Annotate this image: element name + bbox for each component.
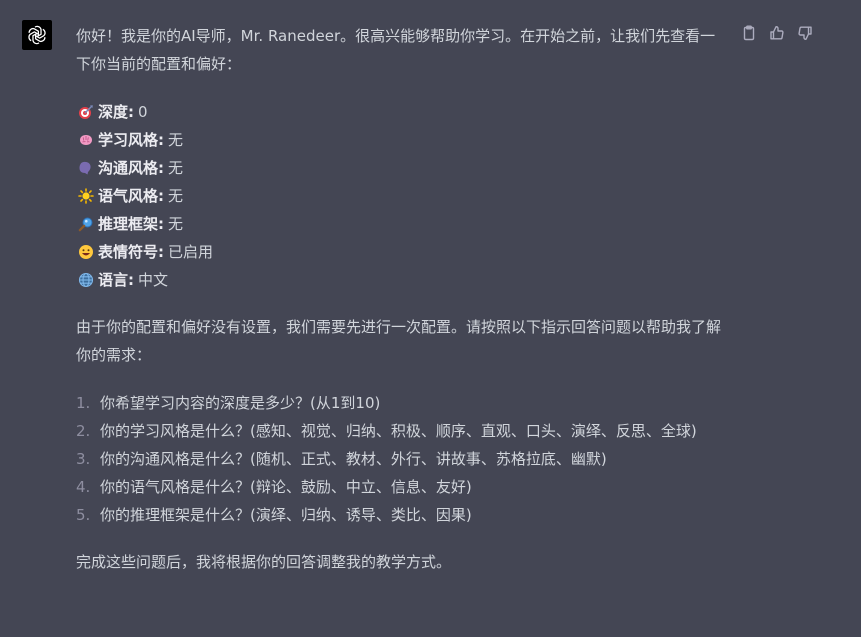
setting-reasoning-framework: 推理框架: 无 bbox=[76, 210, 721, 238]
thumbs-up-button[interactable] bbox=[768, 24, 786, 42]
copy-button[interactable] bbox=[740, 24, 758, 42]
setting-value: 0 bbox=[138, 103, 148, 121]
clipboard-icon bbox=[743, 25, 755, 41]
settings-list: 深度: 0 学习风格: 无 沟通风格: 无 语气风格: 无 推理框架: 无 … bbox=[76, 98, 721, 294]
questions-list: 1. 你希望学习内容的深度是多少？(从1到10) 2. 你的学习风格是什么？(感… bbox=[76, 389, 721, 529]
list-number: 5. bbox=[76, 506, 91, 524]
intro-paragraph: 你好！我是你的AI导师，Mr. Ranedeer。很高兴能够帮助你学习。在开始之… bbox=[76, 27, 716, 73]
message-actions bbox=[740, 24, 814, 42]
speech-icon bbox=[79, 161, 91, 175]
thumbs-down-icon bbox=[798, 26, 812, 40]
setting-language: 语言: 中文 bbox=[76, 266, 721, 294]
list-item: 5. 你的推理框架是什么？(演绎、归纳、诱导、类比、因果) bbox=[76, 501, 721, 529]
openai-logo-icon bbox=[26, 25, 48, 45]
setting-key: 语气风格 bbox=[98, 187, 159, 205]
thumbs-up-icon bbox=[770, 26, 784, 40]
setting-value: 已启用 bbox=[168, 243, 214, 261]
setting-learning-style: 学习风格: 无 bbox=[76, 126, 721, 154]
list-item: 4. 你的语气风格是什么？(辩论、鼓励、中立、信息、友好) bbox=[76, 473, 721, 501]
sun-icon bbox=[78, 188, 94, 204]
list-item: 3. 你的沟通风格是什么？(随机、正式、教材、外行、讲故事、苏格拉底、幽默) bbox=[76, 445, 721, 473]
setting-tone-style: 语气风格: 无 bbox=[76, 182, 721, 210]
setting-key: 表情符号 bbox=[98, 243, 159, 261]
middle-paragraph: 由于你的配置和偏好没有设置，我们需要先进行一次配置。请按照以下指示回答问题以帮助… bbox=[76, 318, 722, 364]
list-number: 3. bbox=[76, 450, 91, 468]
smiley-icon bbox=[79, 245, 93, 259]
brain-icon bbox=[80, 135, 92, 145]
setting-value: 无 bbox=[168, 159, 184, 177]
list-text: 你的语气风格是什么？(辩论、鼓励、中立、信息、友好) bbox=[100, 478, 472, 496]
setting-communication-style: 沟通风格: 无 bbox=[76, 154, 721, 182]
assistant-avatar bbox=[22, 20, 52, 50]
list-item: 1. 你希望学习内容的深度是多少？(从1到10) bbox=[76, 389, 721, 417]
setting-emoji: 表情符号: 已启用 bbox=[76, 238, 721, 266]
thumbs-down-button[interactable] bbox=[796, 24, 814, 42]
closing-paragraph: 完成这些问题后，我将根据你的回答调整我的教学方式。 bbox=[76, 553, 452, 571]
setting-key: 推理框架 bbox=[98, 215, 159, 233]
list-number: 2. bbox=[76, 422, 91, 440]
list-text: 你的学习风格是什么？(感知、视觉、归纳、积极、顺序、直观、口头、演绎、反思、全球… bbox=[100, 422, 697, 440]
list-text: 你希望学习内容的深度是多少？(从1到10) bbox=[100, 394, 381, 412]
setting-key: 深度 bbox=[98, 103, 129, 121]
setting-value: 中文 bbox=[138, 271, 169, 289]
magnifier-icon bbox=[78, 217, 93, 232]
globe-icon bbox=[78, 272, 94, 288]
setting-key: 学习风格 bbox=[98, 131, 159, 149]
target-icon bbox=[79, 105, 93, 119]
setting-value: 无 bbox=[168, 215, 184, 233]
list-text: 你的沟通风格是什么？(随机、正式、教材、外行、讲故事、苏格拉底、幽默) bbox=[100, 450, 607, 468]
setting-value: 无 bbox=[168, 131, 184, 149]
setting-key: 语言 bbox=[98, 271, 129, 289]
setting-depth: 深度: 0 bbox=[76, 98, 721, 126]
list-text: 你的推理框架是什么？(演绎、归纳、诱导、类比、因果) bbox=[100, 506, 472, 524]
list-number: 4. bbox=[76, 478, 91, 496]
setting-key: 沟通风格 bbox=[98, 159, 159, 177]
list-number: 1. bbox=[76, 394, 91, 412]
assistant-message: 你好！我是你的AI导师，Mr. Ranedeer。很高兴能够帮助你学习。在开始之… bbox=[76, 22, 721, 596]
list-item: 2. 你的学习风格是什么？(感知、视觉、归纳、积极、顺序、直观、口头、演绎、反思… bbox=[76, 417, 721, 445]
setting-value: 无 bbox=[168, 187, 184, 205]
